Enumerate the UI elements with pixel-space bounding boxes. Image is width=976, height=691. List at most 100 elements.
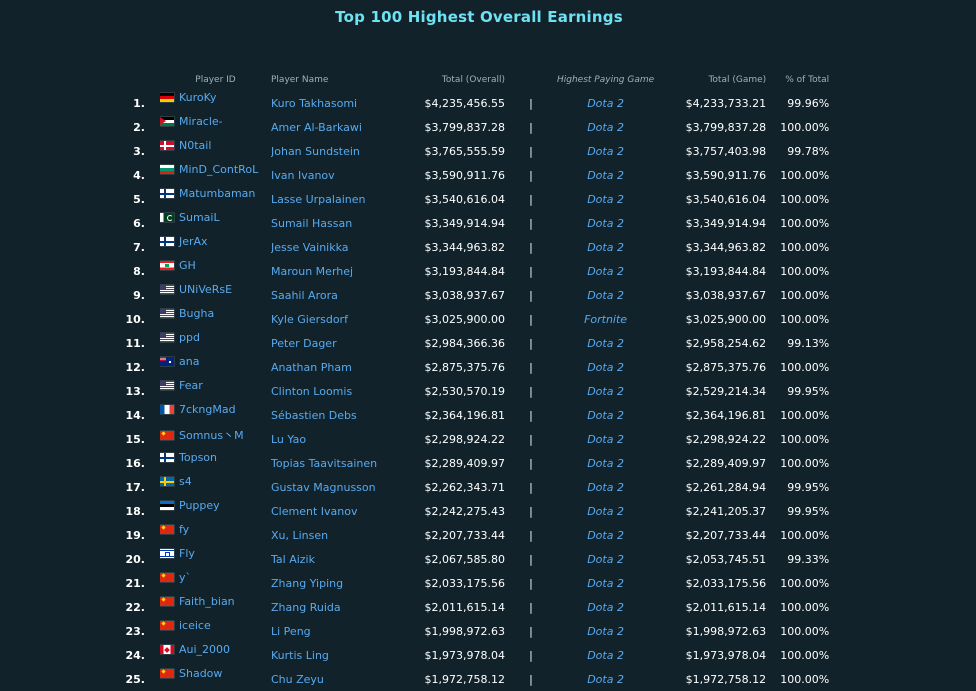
player-id-link[interactable]: SumaiL: [179, 211, 220, 224]
player-name-link[interactable]: Maroun Merhej: [271, 265, 353, 278]
player-name-link[interactable]: Topias Taavitsainen: [271, 457, 377, 470]
player-id-link[interactable]: ana: [179, 355, 199, 368]
player-name-link[interactable]: Kurtis Ling: [271, 649, 329, 662]
table-row: 23. iceice Li Peng $1,998,972.63 | Dota 2 $1,9…: [112, 619, 830, 643]
player-name-link[interactable]: Sébastien Debs: [271, 409, 357, 422]
rank-number: 19.: [125, 528, 146, 542]
column-separator: |: [529, 648, 533, 662]
player-name-link[interactable]: Kyle Giersdorf: [271, 313, 348, 326]
game-link[interactable]: Dota 2: [587, 385, 624, 398]
game-link[interactable]: Dota 2: [587, 601, 624, 614]
player-id-link[interactable]: UNiVeRsE: [179, 283, 232, 296]
highest-game-cell: Dota 2: [557, 547, 654, 571]
game-link[interactable]: Dota 2: [587, 409, 624, 422]
table-row: 4. MinD_ContRoL Ivan Ivanov $3,590,911.76 | D…: [112, 163, 829, 187]
game-link[interactable]: Dota 2: [587, 505, 624, 518]
game-link[interactable]: Dota 2: [587, 193, 624, 206]
player-id-link[interactable]: JerAx: [179, 235, 208, 248]
game-link[interactable]: Dota 2: [587, 169, 624, 182]
player-name-link[interactable]: Amer Al-Barkawi: [271, 121, 362, 134]
game-link[interactable]: Dota 2: [587, 433, 624, 446]
game-link[interactable]: Dota 2: [587, 121, 624, 134]
percent-of-total-value: 100.00%: [780, 168, 830, 182]
player-name-link[interactable]: Li Peng: [271, 625, 311, 638]
game-link[interactable]: Dota 2: [587, 553, 624, 566]
player-name-cell: Zhang Ruida: [271, 595, 421, 619]
player-name-link[interactable]: Clement Ivanov: [271, 505, 357, 518]
player-id-link[interactable]: Shadow: [179, 667, 222, 680]
player-name-link[interactable]: Peter Dager: [271, 337, 337, 350]
player-id-cell: Puppey: [160, 499, 271, 523]
player-id-link[interactable]: ppd: [179, 331, 200, 344]
game-link[interactable]: Fortnite: [584, 313, 627, 326]
player-id-link[interactable]: iceice: [179, 619, 211, 632]
player-id-link[interactable]: Fear: [179, 379, 203, 392]
game-link[interactable]: Dota 2: [587, 217, 624, 230]
total-game-value: $2,241,205.37: [685, 504, 767, 518]
player-name-link[interactable]: Saahil Arora: [271, 289, 338, 302]
player-name-cell: Ivan Ivanov: [271, 163, 421, 187]
game-link[interactable]: Dota 2: [587, 361, 624, 374]
player-id-link[interactable]: Somnus丶M: [179, 429, 244, 442]
game-link[interactable]: Dota 2: [587, 145, 624, 158]
player-name-link[interactable]: Lu Yao: [271, 433, 306, 446]
player-id-link[interactable]: MinD_ContRoL: [179, 163, 258, 176]
player-name-cell: Clement Ivanov: [271, 499, 421, 523]
game-link[interactable]: Dota 2: [587, 337, 624, 350]
player-name-cell: Sumail Hassan: [271, 211, 421, 235]
game-link[interactable]: Dota 2: [587, 97, 624, 110]
player-id-link[interactable]: Topson: [179, 451, 217, 464]
player-id-link[interactable]: 7ckngMad: [179, 403, 236, 416]
player-name-link[interactable]: Sumail Hassan: [271, 217, 352, 230]
highest-game-cell: Dota 2: [557, 211, 654, 235]
player-name-link[interactable]: Zhang Ruida: [271, 601, 341, 614]
player-name-link[interactable]: Lasse Urpalainen: [271, 193, 365, 206]
player-name-link[interactable]: Chu Zeyu: [271, 673, 324, 686]
total-game-value: $2,875,375.76: [685, 360, 767, 374]
player-name-link[interactable]: Xu, Linsen: [271, 529, 328, 542]
player-name-link[interactable]: Gustav Magnusson: [271, 481, 376, 494]
player-name-link[interactable]: Clinton Loomis: [271, 385, 352, 398]
game-link[interactable]: Dota 2: [587, 577, 624, 590]
player-name-link[interactable]: Tal Aizik: [271, 553, 315, 566]
player-name-link[interactable]: Jesse Vainikka: [271, 241, 349, 254]
table-row: 13. Fear Clinton Loomis $2,530,570.19 | Dota …: [112, 379, 830, 403]
highest-game-cell: Dota 2: [557, 163, 654, 187]
player-name-link[interactable]: Zhang Yiping: [271, 577, 343, 590]
game-link[interactable]: Dota 2: [587, 481, 624, 494]
player-id-link[interactable]: Bugha: [179, 307, 214, 320]
flag-france-icon: [160, 405, 174, 414]
player-name-link[interactable]: Kuro Takhasomi: [271, 97, 357, 110]
player-id-link[interactable]: KuroKy: [179, 91, 217, 104]
game-link[interactable]: Dota 2: [587, 625, 624, 638]
game-link[interactable]: Dota 2: [587, 241, 624, 254]
player-id-link[interactable]: Puppey: [179, 499, 220, 512]
game-link[interactable]: Dota 2: [587, 289, 624, 302]
percent-of-total-value: 100.00%: [780, 528, 830, 542]
rank-number: 17.: [125, 480, 146, 494]
player-id-link[interactable]: Faith_bian: [179, 595, 235, 608]
player-id-link[interactable]: Matumbaman: [179, 187, 255, 200]
table-row: 21. y` Zhang Yiping $2,033,175.56 | Dota 2 $2,…: [112, 571, 830, 595]
player-id-link[interactable]: GH: [179, 259, 196, 272]
player-id-link[interactable]: Aui_2000: [179, 643, 230, 656]
game-link[interactable]: Dota 2: [587, 649, 624, 662]
flag-australia-icon: [160, 357, 174, 366]
player-name-link[interactable]: Johan Sundstein: [271, 145, 360, 158]
player-id-link[interactable]: y`: [179, 571, 191, 584]
game-link[interactable]: Dota 2: [587, 265, 624, 278]
rank-number: 22.: [125, 600, 146, 614]
player-id-link[interactable]: Miracle-: [179, 115, 223, 128]
flag-china-icon: [160, 431, 174, 440]
player-id-cell: Fear: [160, 379, 271, 403]
game-link[interactable]: Dota 2: [587, 673, 624, 686]
player-name-link[interactable]: Anathan Pham: [271, 361, 352, 374]
game-link[interactable]: Dota 2: [587, 457, 624, 470]
game-link[interactable]: Dota 2: [587, 529, 624, 542]
player-name-link[interactable]: Ivan Ivanov: [271, 169, 335, 182]
player-id-link[interactable]: N0tail: [179, 139, 211, 152]
player-id-link[interactable]: fy: [179, 523, 189, 536]
player-id-link[interactable]: Fly: [179, 547, 195, 560]
player-id-link[interactable]: s4: [179, 475, 192, 488]
flag-usa-icon: [160, 285, 174, 294]
